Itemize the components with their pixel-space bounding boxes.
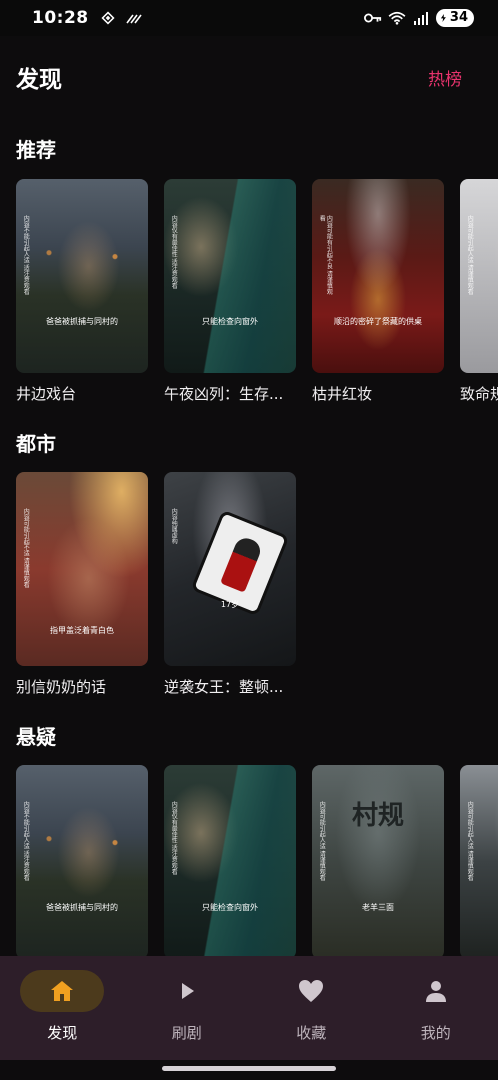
status-bar: 10:28 34 [0,0,498,36]
drama-title[interactable]: 枯井红妆 [312,383,444,404]
drama-title[interactable]: 午夜凶列：生存... [164,383,296,404]
nav-label[interactable]: 我的 [421,1022,451,1043]
cell-signal-icon [413,12,428,25]
nav-watch[interactable]: 刷剧 [125,956,250,1060]
drama-cover[interactable]: 村规 内容可能引起人适 请谨慎观看 老羊三面 [312,765,444,959]
person-icon [425,981,446,1002]
drama-title[interactable]: 别信奶奶的话 [16,676,148,697]
home-indicator[interactable] [162,1066,336,1071]
nav-favorites[interactable]: 收藏 [249,956,374,1060]
app-notification-icon [101,11,115,25]
drama-cover[interactable]: 内容不能引起人适 适注意观看 爸爸被抓捕与同村的 [16,179,148,373]
section-title-suspense: 悬疑 [16,725,56,749]
drama-cover[interactable]: 内容可能引起人适 请谨慎观看 堂前 [460,765,498,959]
drama-card[interactable]: 内容纯属虚构 17岁 逆袭女王：整顿... [164,472,296,697]
key-icon [363,13,382,23]
page-title: 发现 [16,67,62,93]
drama-card[interactable]: 内容仅有最佳性 适注意观看 只能检查向窗外 [164,765,296,959]
section-title-urban: 都市 [16,432,56,456]
drama-card[interactable]: 内容仅有最佳性 适注意观看 只能检查向窗外 午夜凶列：生存... [164,179,296,404]
drama-cover[interactable]: 内容纯属虚构 17岁 [164,472,296,666]
hot-list-link[interactable]: 热榜 [428,65,462,90]
heart-icon [299,980,324,1002]
drama-card[interactable]: 内容不能引起人适 适注意观看 爸爸被抓捕与同村的 [16,765,148,959]
nav-label[interactable]: 刷剧 [172,1022,202,1043]
drama-card[interactable]: 内容可能引起不适 请谨慎观看 指甲盖泛着青白色 别信奶奶的话 [16,472,148,697]
drama-title[interactable]: 致命规 [460,383,498,404]
drama-cover[interactable]: 内容不能引起人适 适注意观看 爸爸被抓捕与同村的 [16,765,148,959]
nav-profile[interactable]: 我的 [374,956,498,1060]
drama-title[interactable]: 逆袭女王：整顿... [164,676,296,697]
drama-card[interactable]: 内容可能引起人适 请谨慎观看 致命规 [460,179,498,404]
drama-title[interactable]: 井边戏台 [16,383,148,404]
nav-discover[interactable]: 发现 [0,956,125,1060]
recommend-row[interactable]: 内容不能引起人适 适注意观看 爸爸被抓捕与同村的 井边戏台 内容仅有最佳性 适注… [16,179,498,404]
drama-cover[interactable]: 内容可能引起不适 请谨慎观看 指甲盖泛着青白色 [16,472,148,666]
suspense-row[interactable]: 内容不能引起人适 适注意观看 爸爸被抓捕与同村的 内容仅有最佳性 适注意观看 只… [16,765,498,959]
drama-cover[interactable]: 内容仅有最佳性 适注意观看 只能检查向窗外 [164,179,296,373]
signal-lines-icon [125,14,142,24]
home-icon [51,981,74,1001]
section-title-recommend: 推荐 [16,138,56,162]
drama-cover[interactable]: 内容仅有最佳性 适注意观看 只能检查向窗外 [164,765,296,959]
status-time: 10:28 [32,8,89,28]
urban-row[interactable]: 内容可能引起不适 请谨慎观看 指甲盖泛着青白色 别信奶奶的话 内容纯属虚构 17… [16,472,498,697]
wifi-icon [388,11,406,25]
battery-indicator: 34 [435,9,474,27]
stone-inscription: 村规 [352,801,405,831]
drama-cover[interactable]: 内容可能有引起不良 请谨慎观看 顺沿的密碎了祭藏的供桌 [312,179,444,373]
drama-card[interactable]: 内容可能引起人适 请谨慎观看 堂前 [460,765,498,959]
drama-card[interactable]: 内容不能引起人适 适注意观看 爸爸被抓捕与同村的 井边戏台 [16,179,148,404]
drama-card[interactable]: 村规 内容可能引起人适 请谨慎观看 老羊三面 [312,765,444,959]
drama-cover[interactable]: 内容可能引起人适 请谨慎观看 [460,179,498,373]
bottom-nav: 发现 刷剧 收藏 我的 [0,956,498,1060]
drama-card[interactable]: 内容可能有引起不良 请谨慎观看 顺沿的密碎了祭藏的供桌 枯井红妆 [312,179,444,404]
page-header: 发现 热榜 [16,60,462,94]
play-icon [181,983,194,999]
nav-label[interactable]: 收藏 [296,1022,326,1043]
nav-label[interactable]: 发现 [47,1022,77,1043]
